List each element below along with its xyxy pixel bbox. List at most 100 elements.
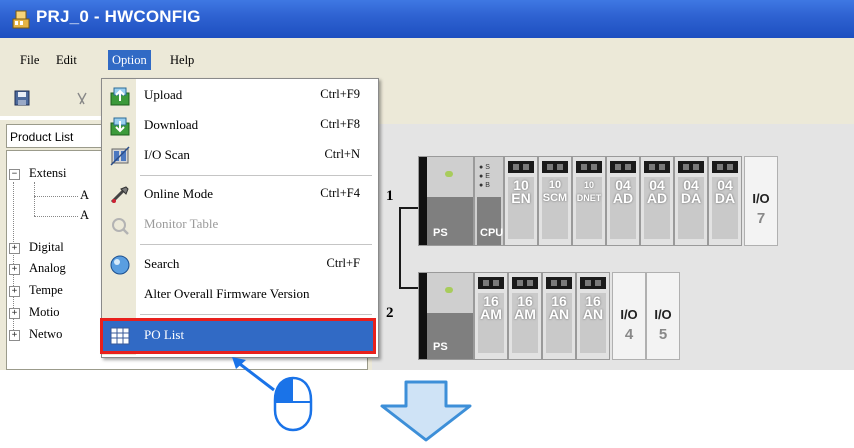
menu-item-label: Online Mode xyxy=(144,186,213,201)
menu-item-shortcut: Ctrl+F xyxy=(326,256,360,270)
expand-icon[interactable]: + xyxy=(9,330,20,341)
module-16an[interactable]: 16 AN xyxy=(576,272,610,360)
tree-item-label: A xyxy=(80,188,90,202)
module-10dnet[interactable]: 10 DNET xyxy=(572,156,606,246)
menu-help[interactable]: Help xyxy=(166,50,198,70)
tree-item-label: Tempe xyxy=(29,283,63,297)
io-slot-number: 4 xyxy=(624,326,634,343)
tree-connector-line xyxy=(34,196,78,197)
rack-number: 2 xyxy=(386,305,394,321)
module-16am[interactable]: 16 AM xyxy=(474,272,508,360)
io-slot-label: I/O xyxy=(620,307,638,322)
menu-item-monitor-table[interactable]: Monitor Table xyxy=(102,210,376,240)
menu-item-label: Upload xyxy=(144,87,183,102)
rack-number: 1 xyxy=(386,188,394,204)
monitor-table-icon xyxy=(112,218,129,235)
menu-bar: File Edit Option Help xyxy=(0,38,854,76)
tree-item-label: Analog xyxy=(29,261,66,275)
module-ps[interactable]: PS xyxy=(418,156,474,246)
cpu-status-leds: ● S ● E ● B xyxy=(479,164,490,189)
arrow-down-icon xyxy=(380,380,472,442)
menu-item-io-scan[interactable]: I/O Scan Ctrl+N xyxy=(102,141,376,171)
expand-icon[interactable]: + xyxy=(9,264,20,275)
module-04da[interactable]: 04 DA xyxy=(708,156,742,246)
tree-item-label: Motio xyxy=(29,305,60,319)
rack-1: PS ● S ● E ● B CPU 10 EN 10 SCM 10 DNET … xyxy=(418,156,854,246)
module-label: 10 EN xyxy=(511,177,531,206)
menu-item-search[interactable]: Search Ctrl+F xyxy=(102,250,376,280)
collapse-icon[interactable]: − xyxy=(9,169,20,180)
menu-item-label: Monitor Table xyxy=(144,216,219,231)
menu-option[interactable]: Option xyxy=(108,50,151,70)
mouse-click-icon xyxy=(273,376,313,432)
menu-edit[interactable]: Edit xyxy=(52,50,81,70)
module-label: 10 SCM xyxy=(542,179,568,204)
module-10en[interactable]: 10 EN xyxy=(504,156,538,246)
menu-item-alter-firmware[interactable]: Alter Overall Firmware Version xyxy=(102,280,376,310)
module-label: PS xyxy=(433,341,448,353)
expand-icon[interactable]: + xyxy=(9,286,20,297)
module-label: 04 DA xyxy=(680,177,702,206)
tree-item-sub[interactable]: A xyxy=(80,188,89,203)
hwconfig-app-icon xyxy=(12,10,30,29)
menu-file[interactable]: File xyxy=(16,50,43,70)
menu-item-shortcut: Ctrl+N xyxy=(324,147,360,161)
rack-2: PS 16 AM 16 AM 16 AN 16 AN I/O 4 I/O 5 xyxy=(418,272,854,362)
module-label: 04 AD xyxy=(646,177,668,206)
io-slot[interactable]: I/O 4 xyxy=(612,272,646,360)
upload-icon xyxy=(110,87,130,106)
menu-separator xyxy=(140,314,372,315)
module-04da[interactable]: 04 DA xyxy=(674,156,708,246)
module-04ad[interactable]: 04 AD xyxy=(606,156,640,246)
cut-icon[interactable] xyxy=(76,92,88,106)
menu-item-shortcut: Ctrl+F9 xyxy=(320,87,360,101)
tree-connector-line xyxy=(34,216,78,217)
io-slot-label: I/O xyxy=(752,191,770,206)
menu-item-download[interactable]: Download Ctrl+F8 xyxy=(102,111,376,141)
module-label: 16 AM xyxy=(514,293,536,322)
tree-connector-line xyxy=(34,182,35,216)
window-title: PRJ_0 - HWCONFIG xyxy=(36,7,201,26)
menu-item-label: Download xyxy=(144,117,199,132)
io-slot-number: 5 xyxy=(658,326,668,343)
module-label: 04 AD xyxy=(612,177,634,206)
module-16an[interactable]: 16 AN xyxy=(542,272,576,360)
menu-item-online-mode[interactable]: Online Mode Ctrl+F4 xyxy=(102,180,376,210)
module-cpu[interactable]: ● S ● E ● B CPU xyxy=(474,156,504,246)
io-slot-number: 7 xyxy=(756,210,766,227)
tree-item-label: Netwo xyxy=(29,327,63,341)
menu-item-upload[interactable]: Upload Ctrl+F9 xyxy=(102,81,376,111)
module-ps[interactable]: PS xyxy=(418,272,474,360)
module-10scm[interactable]: 10 SCM xyxy=(538,156,572,246)
module-04ad[interactable]: 04 AD xyxy=(640,156,674,246)
tree-item-label: Extensi xyxy=(29,166,67,180)
online-mode-icon xyxy=(110,186,129,204)
menu-separator xyxy=(140,244,372,245)
save-icon[interactable] xyxy=(14,90,30,106)
search-icon xyxy=(110,255,130,275)
module-16am[interactable]: 16 AM xyxy=(508,272,542,360)
menu-item-shortcut: Ctrl+F8 xyxy=(320,117,360,131)
expand-icon[interactable]: + xyxy=(9,308,20,319)
tree-item-label: A xyxy=(80,208,90,222)
menu-separator xyxy=(140,175,372,176)
expand-icon[interactable]: + xyxy=(9,243,20,254)
menu-item-label: Alter Overall Firmware Version xyxy=(144,286,310,301)
module-label: PS xyxy=(433,227,448,239)
menu-item-label: Search xyxy=(144,256,180,271)
annotation-highlight-box xyxy=(100,318,376,354)
module-label: 16 AN xyxy=(548,293,570,322)
module-label: 10 DNET xyxy=(576,180,602,203)
io-scan-icon xyxy=(110,146,130,166)
menu-item-shortcut: Ctrl+F4 xyxy=(320,186,360,200)
module-label: 16 AN xyxy=(582,293,604,322)
io-slot-label: I/O xyxy=(654,307,672,322)
io-slot[interactable]: I/O 5 xyxy=(646,272,680,360)
io-slot[interactable]: I/O 7 xyxy=(744,156,778,246)
module-label: CPU xyxy=(480,227,504,239)
menu-item-label: I/O Scan xyxy=(144,147,190,162)
download-icon xyxy=(110,117,130,136)
tree-item-sub[interactable]: A xyxy=(80,208,89,223)
pointer-arrow-icon xyxy=(232,357,275,392)
module-label: 16 AM xyxy=(480,293,502,322)
